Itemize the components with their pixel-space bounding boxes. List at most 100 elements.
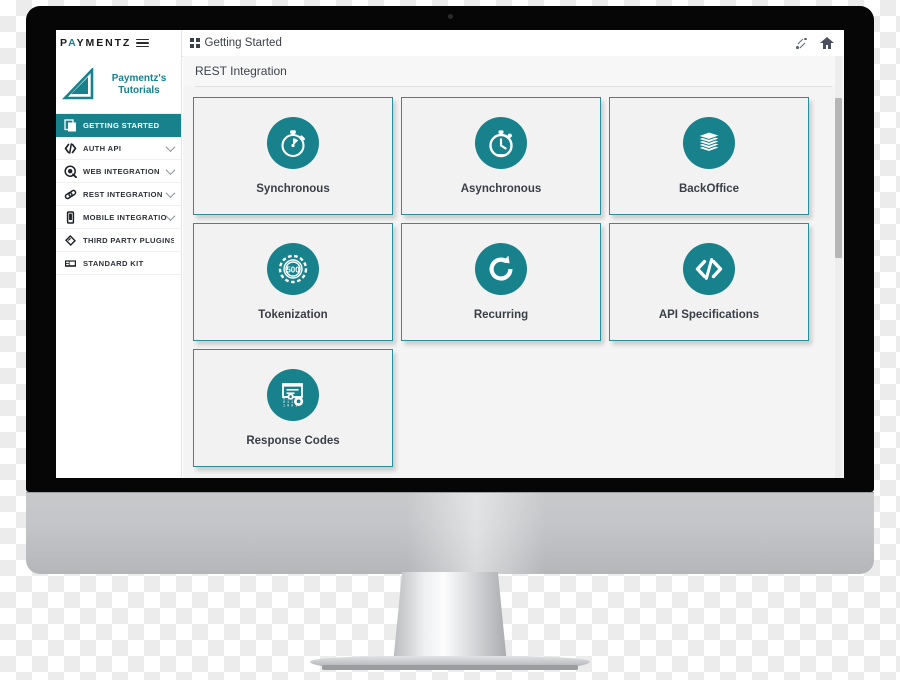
sidebar: Paymentz's Tutorials GETTING STARTED AUT… <box>56 56 182 478</box>
set-square-svg <box>61 66 94 99</box>
sidebar-item-rest-integration[interactable]: REST INTEGRATION <box>56 183 181 206</box>
grid-cell <box>195 43 200 48</box>
sidebar-item-label: REST INTEGRATION <box>83 189 163 199</box>
page-header: REST Integration <box>183 56 844 86</box>
logo-title-line1: Paymentz's <box>111 72 167 84</box>
brand-wordmark-pre: P <box>60 37 69 49</box>
mobile-phone-icon <box>64 210 77 224</box>
stopwatch-icon <box>267 117 319 169</box>
copy-pages-svg <box>64 118 76 131</box>
card-label: Tokenization <box>258 309 328 321</box>
application-window: PAYMENTZ Getting Started Paymentz's Tuto… <box>56 30 844 478</box>
chevron-down-icon[interactable] <box>165 187 176 198</box>
sidebar-item-label: WEB INTEGRATION <box>83 166 160 176</box>
card-grid: Synchronous Asynchronous BackOffice 500 … <box>183 87 823 467</box>
tab-label: Getting Started <box>204 37 282 49</box>
monitor-screen: PAYMENTZ Getting Started Paymentz's Tuto… <box>56 30 844 478</box>
chevron-down-icon[interactable] <box>165 141 176 152</box>
sidebar-item-getting-started[interactable]: GETTING STARTED <box>56 114 181 137</box>
expand-dot <box>804 37 807 41</box>
alarm-clock-svg <box>489 130 513 158</box>
card-api-specifications[interactable]: API Specifications <box>609 223 809 341</box>
code-brackets-svg <box>64 142 77 154</box>
expand-arrow-icon[interactable] <box>796 37 807 49</box>
chevron-down-icon[interactable] <box>165 210 176 221</box>
code-angle-brackets-icon <box>683 243 735 295</box>
card-label: Response Codes <box>246 435 340 447</box>
brand-wordmark-accent: A <box>68 37 77 49</box>
sidebar-item-label: STANDARD KIT <box>83 258 144 268</box>
card-backoffice[interactable]: BackOffice <box>609 97 809 215</box>
home-icon[interactable] <box>820 36 834 50</box>
refresh-circle-svg <box>489 255 513 281</box>
grid-cell <box>190 38 194 43</box>
sidebar-item-label: MOBILE INTEGRATION <box>83 212 167 222</box>
code-brackets-icon <box>64 142 77 155</box>
brand-wordmark: PAYMENTZ <box>60 37 131 49</box>
chevron-down-icon[interactable] <box>165 164 176 175</box>
grid-cell <box>195 38 200 43</box>
stopwatch-svg <box>281 130 305 158</box>
top-bar-actions <box>796 36 844 50</box>
poker-chip-svg: 500 <box>278 254 308 284</box>
link-chain-icon <box>64 188 77 201</box>
card-label: Synchronous <box>256 183 330 195</box>
hamburger-bar <box>136 38 150 41</box>
sidebar-item-label: AUTH API <box>83 143 122 153</box>
grid-2x2-icon <box>190 38 200 48</box>
document-gears-icon: 0 1 0 0 1 1 0 1 0 0 1 <box>267 369 319 421</box>
hamburger-bar <box>136 42 150 44</box>
paper-stack-icon <box>683 117 735 169</box>
sidebar-item-auth-api[interactable]: AUTH API <box>56 137 181 160</box>
brand-area: PAYMENTZ <box>56 30 182 56</box>
hamburger-icon[interactable] <box>136 38 150 48</box>
page-title: REST Integration <box>195 64 287 78</box>
card-label: BackOffice <box>678 183 740 195</box>
top-bar: PAYMENTZ Getting Started <box>56 30 844 57</box>
mobile-phone-svg <box>66 210 75 224</box>
keyboard-svg <box>65 259 76 267</box>
monitor-stand-neck <box>393 572 507 664</box>
sidebar-item-standard-kit[interactable]: STANDARD KIT <box>56 252 181 275</box>
document-gears-svg: 0 1 0 0 1 1 0 1 0 0 1 <box>282 383 304 409</box>
alarm-clock-icon <box>475 117 527 169</box>
sidebar-item-label: THIRD PARTY PLUGINS <box>83 235 174 245</box>
sidebar-item-web-integration[interactable]: WEB INTEGRATION <box>56 160 181 183</box>
link-chain-svg <box>64 189 77 199</box>
chip-value-text: 500 <box>286 265 300 274</box>
sidebar-item-third-party-plugins[interactable]: THIRD PARTY PLUGINS <box>56 229 181 252</box>
card-synchronous[interactable]: Synchronous <box>193 97 393 215</box>
paper-stack-svg <box>696 131 722 153</box>
content-area: REST Integration Synchronous Asynchronou… <box>183 56 844 478</box>
screenshot-stage: PAYMENTZ Getting Started Paymentz's Tuto… <box>0 0 900 680</box>
sidebar-logo-block: Paymentz's Tutorials <box>56 56 181 114</box>
grid-cell <box>190 43 194 48</box>
hamburger-bar <box>136 45 150 48</box>
puzzle-plug-icon <box>64 234 77 247</box>
card-label: Asynchronous <box>460 183 542 195</box>
keyboard-icon <box>64 257 77 270</box>
refresh-circle-icon <box>475 243 527 295</box>
code-angle-brackets-svg <box>695 258 723 280</box>
puzzle-plug-svg <box>65 234 76 246</box>
monitor-stand-foot-edge <box>322 665 578 670</box>
headset-svg <box>64 164 77 178</box>
card-asynchronous[interactable]: Asynchronous <box>401 97 601 215</box>
card-recurring[interactable]: Recurring <box>401 223 601 341</box>
sidebar-item-mobile-integration[interactable]: MOBILE INTEGRATION <box>56 206 181 229</box>
tab-getting-started[interactable]: Getting Started <box>182 37 796 49</box>
card-tokenization[interactable]: 500 Tokenization <box>193 223 393 341</box>
chin-highlight <box>406 492 546 574</box>
card-response-codes[interactable]: 0 1 0 0 1 1 0 1 0 0 1 Response Codes <box>193 349 393 467</box>
sidebar-nav-list: GETTING STARTED AUTH API WEB INTEGRATION… <box>56 114 181 275</box>
card-label: API Specifications <box>658 309 760 321</box>
expand-dot <box>796 45 799 49</box>
card-label: Recurring <box>473 309 529 321</box>
scrollbar-thumb[interactable] <box>835 98 842 258</box>
webcam-dot <box>447 14 453 19</box>
brand-wordmark-post: YMENTZ <box>76 37 132 49</box>
headset-icon <box>64 164 77 178</box>
set-square-triangle-icon <box>61 66 100 102</box>
poker-chip-icon: 500 <box>267 243 319 295</box>
binary-row: 1 0 0 1 <box>283 405 297 409</box>
